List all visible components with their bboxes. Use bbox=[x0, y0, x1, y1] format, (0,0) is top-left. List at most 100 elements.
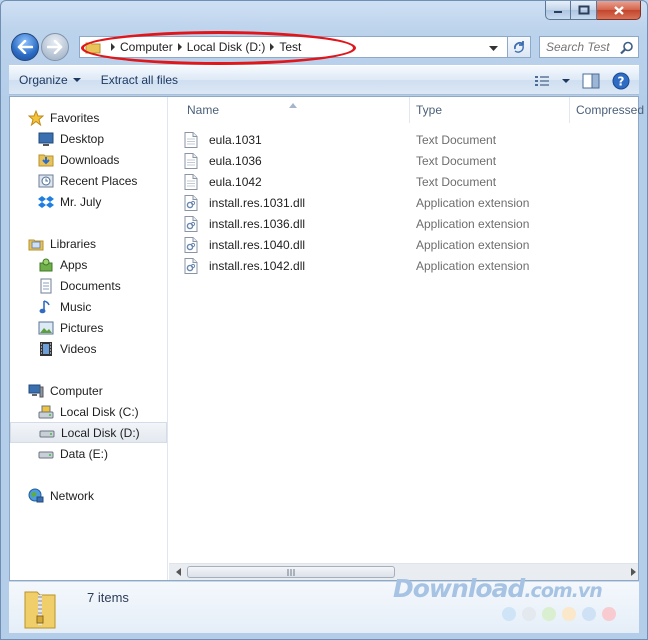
nav-computer[interactable]: Computer bbox=[10, 380, 167, 401]
scrollbar-thumb[interactable] bbox=[187, 566, 395, 578]
nav-mr-july-label: Mr. July bbox=[60, 194, 102, 209]
column-type[interactable]: Type bbox=[416, 103, 442, 117]
file-row[interactable]: install.res.1031.dll Application extensi… bbox=[183, 192, 623, 213]
recent-places-icon bbox=[38, 173, 54, 189]
breadcrumb-local-disk-d[interactable]: Local Disk (D:) bbox=[187, 40, 266, 54]
extract-label: Extract all files bbox=[100, 73, 179, 87]
dll-file-icon bbox=[183, 194, 199, 211]
column-divider[interactable] bbox=[409, 97, 410, 123]
network-icon bbox=[28, 488, 44, 504]
organize-label: Organize bbox=[19, 73, 68, 87]
extract-all-files-button[interactable]: Extract all files bbox=[91, 68, 188, 92]
help-icon: ? bbox=[612, 72, 630, 90]
file-type: Text Document bbox=[416, 132, 497, 147]
column-divider[interactable] bbox=[569, 97, 570, 123]
drive-icon bbox=[38, 446, 54, 462]
breadcrumb-arrow-icon[interactable] bbox=[265, 43, 279, 51]
watermark-dot bbox=[502, 607, 516, 621]
file-type: Text Document bbox=[416, 174, 497, 189]
nav-music[interactable]: Music bbox=[10, 296, 167, 317]
nav-documents[interactable]: Documents bbox=[10, 275, 167, 296]
search-icon[interactable] bbox=[620, 41, 634, 58]
file-row[interactable]: install.res.1042.dll Application extensi… bbox=[183, 255, 623, 276]
organize-button[interactable]: Organize bbox=[9, 68, 91, 92]
pictures-icon bbox=[38, 320, 54, 336]
watermark-dot bbox=[582, 607, 596, 621]
file-list-pane: Name Type Compressed eula.1031 Text Docu… bbox=[169, 97, 644, 580]
item-count: 7 items bbox=[87, 590, 129, 605]
nav-videos-label: Videos bbox=[60, 341, 97, 356]
watermark-dots bbox=[502, 607, 616, 621]
file-name: install.res.1031.dll bbox=[209, 195, 306, 210]
help-button[interactable]: ? bbox=[609, 69, 633, 93]
minimize-icon bbox=[554, 11, 562, 13]
column-header: Name Type Compressed bbox=[169, 97, 644, 123]
file-row[interactable]: install.res.1040.dll Application extensi… bbox=[183, 234, 623, 255]
nav-mr-july[interactable]: Mr. July bbox=[10, 191, 167, 212]
maximize-button[interactable] bbox=[571, 1, 597, 20]
nav-downloads-label: Downloads bbox=[60, 152, 120, 167]
breadcrumb-arrow-icon[interactable] bbox=[106, 43, 120, 51]
view-options-dropdown[interactable] bbox=[559, 69, 573, 93]
refresh-button[interactable] bbox=[507, 36, 531, 58]
videos-icon bbox=[38, 341, 54, 357]
details-view-icon bbox=[535, 76, 549, 86]
nav-apps[interactable]: Apps bbox=[10, 254, 167, 275]
nav-documents-label: Documents bbox=[60, 278, 121, 293]
file-row[interactable]: install.res.1036.dll Application extensi… bbox=[183, 213, 623, 234]
nav-music-label: Music bbox=[60, 299, 92, 314]
back-button[interactable] bbox=[11, 33, 39, 61]
dropbox-icon bbox=[38, 194, 54, 210]
explorer-window: Computer Local Disk (D:) Test Organize E… bbox=[0, 0, 648, 640]
nav-recent-places[interactable]: Recent Places bbox=[10, 170, 167, 191]
nav-downloads[interactable]: Downloads bbox=[10, 149, 167, 170]
music-icon bbox=[38, 299, 54, 315]
zip-folder-icon bbox=[23, 586, 57, 633]
close-button[interactable] bbox=[597, 1, 641, 20]
preview-pane-button[interactable] bbox=[579, 69, 603, 93]
file-name: eula.1042 bbox=[209, 174, 262, 189]
search-box[interactable] bbox=[539, 36, 639, 58]
nav-apps-label: Apps bbox=[60, 257, 88, 272]
scroll-left-icon[interactable] bbox=[172, 567, 184, 577]
nav-local-disk-d[interactable]: Local Disk (D:) bbox=[10, 422, 167, 443]
file-type: Text Document bbox=[416, 153, 497, 168]
nav-pictures[interactable]: Pictures bbox=[10, 317, 167, 338]
watermark-dot bbox=[602, 607, 616, 621]
breadcrumb-computer[interactable]: Computer bbox=[120, 40, 173, 54]
chevron-down-icon bbox=[562, 78, 570, 83]
file-row[interactable]: eula.1036 Text Document bbox=[183, 150, 623, 171]
nav-network[interactable]: Network bbox=[10, 485, 167, 506]
chevron-down-icon bbox=[72, 77, 81, 82]
file-type: Application extension bbox=[416, 258, 530, 273]
search-input[interactable] bbox=[546, 40, 620, 54]
breadcrumb-test[interactable]: Test bbox=[279, 40, 301, 54]
minimize-button[interactable] bbox=[545, 1, 571, 20]
file-row[interactable]: eula.1031 Text Document bbox=[183, 129, 623, 150]
nav-libraries[interactable]: Libraries bbox=[10, 233, 167, 254]
nav-desktop[interactable]: Desktop bbox=[10, 128, 167, 149]
breadcrumb-arrow-icon[interactable] bbox=[173, 43, 187, 51]
nav-data-e[interactable]: Data (E:) bbox=[10, 443, 167, 464]
file-row[interactable]: eula.1042 Text Document bbox=[183, 171, 623, 192]
nav-libraries-label: Libraries bbox=[50, 236, 97, 251]
column-compressed[interactable]: Compressed bbox=[576, 103, 644, 117]
file-type: Application extension bbox=[416, 216, 530, 231]
scroll-right-icon[interactable] bbox=[627, 567, 639, 577]
change-view-button[interactable] bbox=[531, 69, 553, 93]
star-icon bbox=[28, 109, 44, 126]
nav-favorites[interactable]: Favorites bbox=[10, 107, 167, 128]
address-bar[interactable]: Computer Local Disk (D:) Test bbox=[79, 36, 519, 58]
nav-network-label: Network bbox=[50, 488, 95, 503]
address-dropdown-icon[interactable] bbox=[489, 41, 498, 55]
text-file-icon bbox=[183, 152, 199, 169]
column-name[interactable]: Name bbox=[187, 103, 219, 117]
nav-videos[interactable]: Videos bbox=[10, 338, 167, 359]
system-drive-icon bbox=[38, 404, 54, 420]
forward-button[interactable] bbox=[41, 33, 69, 61]
downloads-folder-icon bbox=[38, 152, 54, 168]
watermark-domain: .com.vn bbox=[524, 580, 602, 602]
file-name: eula.1031 bbox=[209, 132, 262, 147]
text-file-icon bbox=[183, 131, 199, 148]
nav-local-disk-c[interactable]: Local Disk (C:) bbox=[10, 401, 167, 422]
